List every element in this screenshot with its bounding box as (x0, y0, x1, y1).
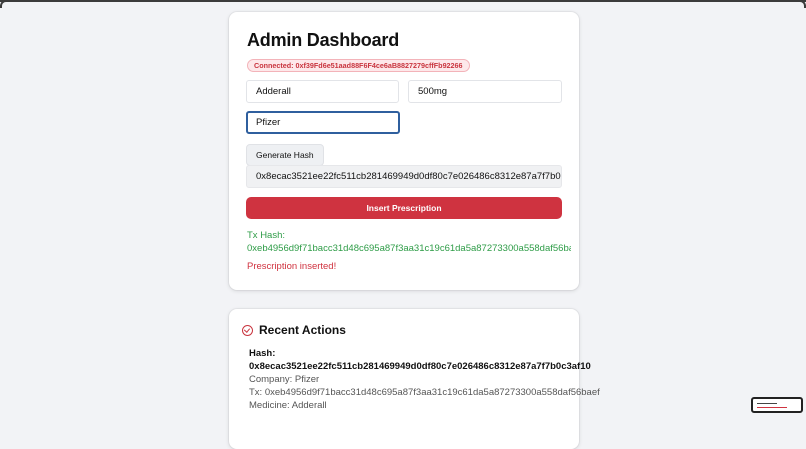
action-company: Company: Pfizer (249, 374, 320, 385)
admin-card: Admin Dashboard Connected: 0xf39Fd6e51aa… (229, 12, 579, 290)
recent-actions-title: Recent Actions (259, 323, 346, 337)
action-hash-value: 0x8ecac3521ee22fc511cb281469949d0df80c7e… (249, 361, 591, 372)
company-input[interactable]: Pfizer (246, 111, 400, 134)
recent-actions-card: Recent Actions Hash: 0x8ecac3521ee22fc51… (229, 309, 600, 449)
insert-prescription-button[interactable]: Insert Prescription (246, 197, 562, 219)
window-corner-left (0, 0, 8, 8)
window-top-border (0, 0, 806, 2)
action-tx: Tx: 0xeb4956d9f71bacc31d48c695a87f3aa31c… (249, 387, 600, 398)
status-message: Prescription inserted! (247, 261, 337, 272)
action-medicine: Medicine: Adderall (249, 400, 327, 411)
action-hash-label: Hash: (249, 348, 276, 359)
medicine-name-input[interactable]: Adderall (246, 80, 399, 103)
recent-actions-header: Recent Actions (242, 323, 346, 337)
tx-hash-value: 0xeb4956d9f71bacc31d48c695a87f3aa31c19c6… (247, 243, 571, 254)
check-circle-icon (242, 324, 253, 336)
window-thumbnail[interactable] (751, 397, 803, 413)
thumbnail-accent-line (757, 407, 787, 408)
connection-badge: Connected: 0xf39Fd6e51aad88F6F4ce6aB8827… (247, 59, 470, 72)
page-title: Admin Dashboard (247, 30, 400, 50)
tx-hash-label: Tx Hash: (247, 230, 286, 241)
thumbnail-title-line (757, 403, 777, 404)
dosage-input[interactable]: 500mg (408, 80, 562, 103)
generate-hash-button[interactable]: Generate Hash (246, 144, 324, 166)
hash-output-field[interactable]: 0x8ecac3521ee22fc511cb281469949d0df80c7e… (246, 165, 562, 188)
